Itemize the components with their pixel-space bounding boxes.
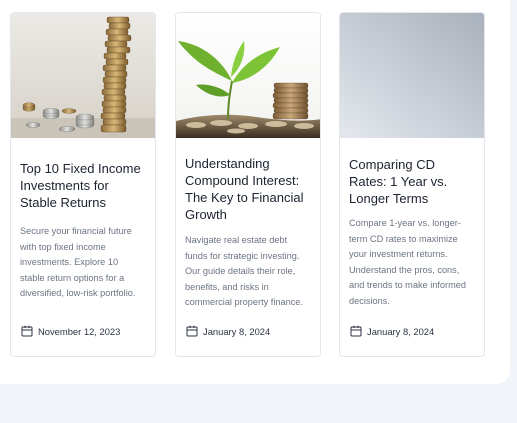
- article-title[interactable]: Top 10 Fixed Income Investments for Stab…: [20, 160, 147, 211]
- article-card[interactable]: Top 10 Fixed Income Investments for Stab…: [10, 12, 156, 357]
- article-date: November 12, 2023: [21, 324, 120, 338]
- articles-panel: Top 10 Fixed Income Investments for Stab…: [0, 0, 510, 384]
- article-thumbnail-coins[interactable]: [11, 13, 155, 138]
- article-date-text: January 8, 2024: [367, 325, 435, 337]
- article-date: January 8, 2024: [350, 324, 434, 338]
- article-date-text: November 12, 2023: [38, 325, 121, 337]
- article-thumbnail-placeholder[interactable]: [340, 13, 484, 138]
- article-description: Secure your financial future with top fi…: [20, 226, 136, 299]
- calendar-icon: [186, 325, 198, 337]
- article-date: January 8, 2024: [186, 324, 270, 338]
- article-card[interactable]: Understanding Compound Interest: The Key…: [175, 12, 321, 357]
- article-title[interactable]: Understanding Compound Interest: The Key…: [185, 155, 312, 223]
- calendar-icon: [21, 325, 33, 337]
- article-description: Navigate real estate debt funds for stra…: [185, 235, 303, 308]
- article-description: Compare 1-year vs. longer-term CD rates …: [349, 218, 466, 306]
- article-date-text: January 8, 2024: [203, 325, 271, 337]
- calendar-icon: [350, 325, 362, 337]
- article-title[interactable]: Comparing CD Rates: 1 Year vs. Longer Te…: [349, 156, 476, 207]
- article-thumbnail-plant[interactable]: [176, 13, 320, 138]
- article-card[interactable]: Comparing CD Rates: 1 Year vs. Longer Te…: [339, 12, 485, 357]
